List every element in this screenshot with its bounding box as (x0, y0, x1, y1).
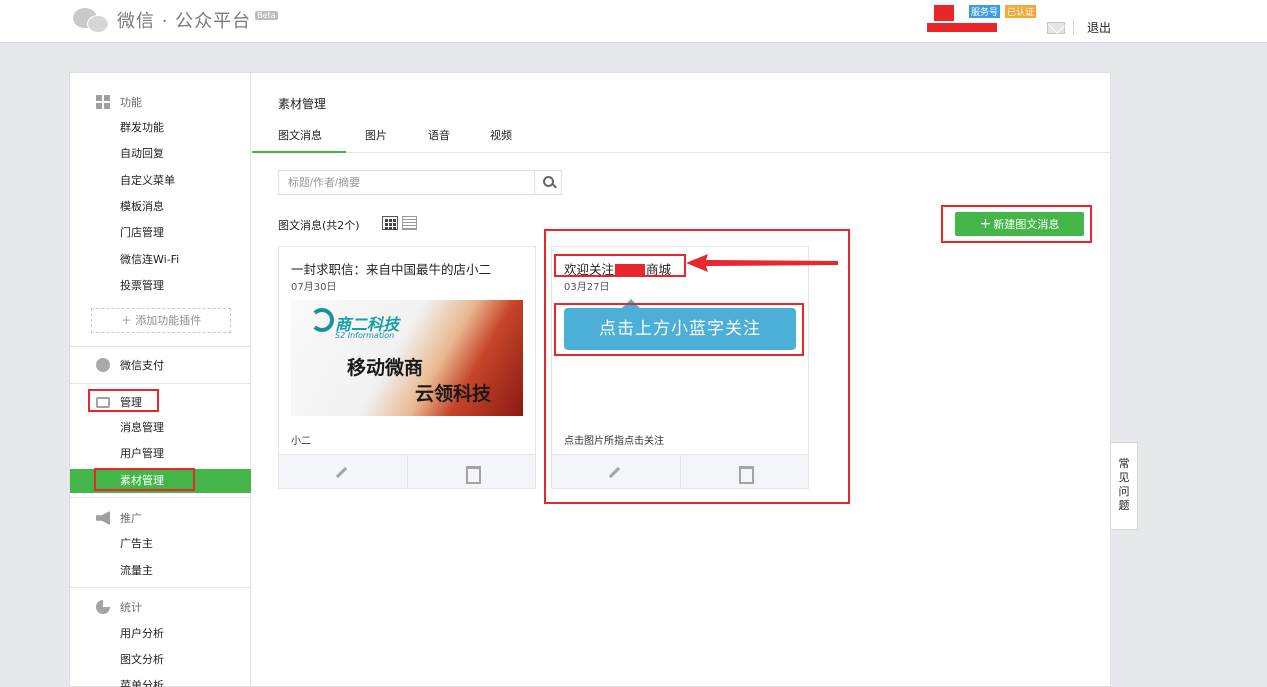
app-title: 微信 · 公众平台 (117, 11, 252, 32)
banner-pointer (622, 299, 640, 308)
sidebar-item-store-mgmt[interactable]: 门店管理 (70, 221, 251, 245)
edit-icon[interactable] (279, 455, 407, 489)
sidebar-item-user-analysis[interactable]: 用户分析 (70, 622, 251, 646)
list-view-icon[interactable] (402, 216, 417, 230)
delete-icon[interactable] (680, 455, 808, 489)
article-count: 图文消息(共2个) (278, 219, 360, 232)
card-date: 03月27日 (564, 282, 610, 293)
sidebar-item-menu-analysis[interactable]: 菜单分析 (70, 674, 251, 687)
mail-icon[interactable] (1047, 22, 1065, 34)
card-date: 07月30日 (291, 282, 337, 293)
sidebar-section-features: 功能 (70, 92, 251, 112)
payment-icon (96, 358, 110, 372)
content-area: 素材管理 图文消息 图片 语音 视频 图文消息(共2个) +新建图文消息 一封求… (252, 73, 1112, 687)
sidebar-section-management: 管理 (70, 392, 251, 412)
tab-images[interactable]: 图片 (365, 122, 387, 153)
grid-icon (96, 95, 110, 109)
sidebar-item-vote[interactable]: 投票管理 (70, 274, 251, 298)
sidebar-item-auto-reply[interactable]: 自动回复 (70, 142, 251, 166)
sidebar-item-materials[interactable]: 素材管理 (70, 469, 251, 493)
card-title: 欢迎关注 商城 (564, 262, 672, 277)
tab-articles[interactable]: 图文消息 (252, 122, 346, 153)
sidebar-item-mass-send[interactable]: 群发功能 (70, 116, 251, 140)
header-divider (1073, 19, 1074, 35)
card-title: 一封求职信：来自中国最牛的店小二 (291, 262, 492, 277)
sidebar-section-promotion: 推广 (70, 508, 251, 528)
redacted-avatar[interactable] (934, 5, 954, 21)
sidebar-divider (70, 383, 251, 384)
sidebar-item-template-msg[interactable]: 模板消息 (70, 195, 251, 219)
grid-view-icon[interactable] (382, 216, 398, 230)
material-tabs: 图文消息 图片 语音 视频 (252, 122, 1112, 153)
logout-link[interactable]: 退出 (1087, 19, 1111, 36)
card-cover-image: 商二科技 S2 Information 移动微商 云领科技 (291, 300, 523, 416)
megaphone-icon (96, 511, 110, 525)
top-header: 微信 · 公众平台 Beta 服务号 已认证 退出 (0, 0, 1267, 43)
wechat-logo[interactable]: 微信 · 公众平台 Beta (73, 6, 278, 34)
tab-video[interactable]: 视频 (490, 122, 512, 153)
sidebar-item-wifi[interactable]: 微信连Wi-Fi (70, 248, 251, 272)
plus-icon: + (979, 216, 992, 232)
sidebar-divider (70, 587, 251, 588)
sidebar-item-custom-menu[interactable]: 自定义菜单 (70, 169, 251, 193)
annotation-arrow-icon (686, 254, 838, 272)
s2-logo-icon (310, 308, 334, 332)
search-input[interactable] (279, 171, 535, 194)
card-digest: 点击图片所指点击关注 (564, 436, 664, 447)
faq-tab[interactable]: 常 见 问 题 (1110, 442, 1138, 530)
new-article-button[interactable]: + 新建图文消息 (955, 212, 1084, 236)
add-plugin-button[interactable]: ＋ 添加功能插件 (91, 308, 231, 333)
sidebar: 功能 群发功能 自动回复 自定义菜单 模板消息 门店管理 微信连Wi-Fi 投票… (70, 73, 251, 687)
sidebar-item-messages[interactable]: 消息管理 (70, 416, 251, 440)
wechat-icon (73, 6, 111, 34)
sidebar-item-article-analysis[interactable]: 图文分析 (70, 648, 251, 672)
article-card[interactable]: 欢迎关注 商城 03月27日 点击上方小蓝字关注 点击图片所指点击关注 (551, 246, 809, 489)
sidebar-section-statistics: 统计 (70, 597, 251, 617)
verified-badge: 已认证 (1005, 5, 1037, 18)
sidebar-item-publisher[interactable]: 流量主 (70, 559, 251, 583)
edit-icon[interactable] (552, 455, 680, 489)
sidebar-section-payment[interactable]: 微信支付 (70, 355, 251, 375)
plus-icon: ＋ (120, 314, 136, 327)
tab-voice[interactable]: 语音 (428, 122, 450, 153)
page-title: 素材管理 (278, 97, 327, 111)
article-card[interactable]: 一封求职信：来自中国最牛的店小二 07月30日 商二科技 S2 Informat… (278, 246, 536, 489)
pie-chart-icon (96, 600, 110, 614)
redacted-name (615, 264, 646, 277)
sidebar-item-users[interactable]: 用户管理 (70, 442, 251, 466)
sidebar-divider (70, 346, 251, 347)
sidebar-divider (70, 497, 251, 498)
service-account-badge: 服务号 (969, 5, 1001, 18)
delete-icon[interactable] (407, 455, 535, 489)
card-actions (279, 454, 535, 489)
card-actions (552, 454, 808, 489)
search-box (278, 170, 562, 195)
redacted-account-name[interactable] (927, 23, 997, 32)
sidebar-item-advertiser[interactable]: 广告主 (70, 532, 251, 556)
inbox-icon (96, 397, 110, 408)
follow-banner: 点击上方小蓝字关注 (564, 308, 796, 350)
beta-badge: Beta (255, 10, 278, 20)
card-digest: 小二 (291, 436, 311, 447)
search-icon[interactable] (534, 171, 561, 194)
main-panel: 功能 群发功能 自动回复 自定义菜单 模板消息 门店管理 微信连Wi-Fi 投票… (69, 72, 1112, 687)
